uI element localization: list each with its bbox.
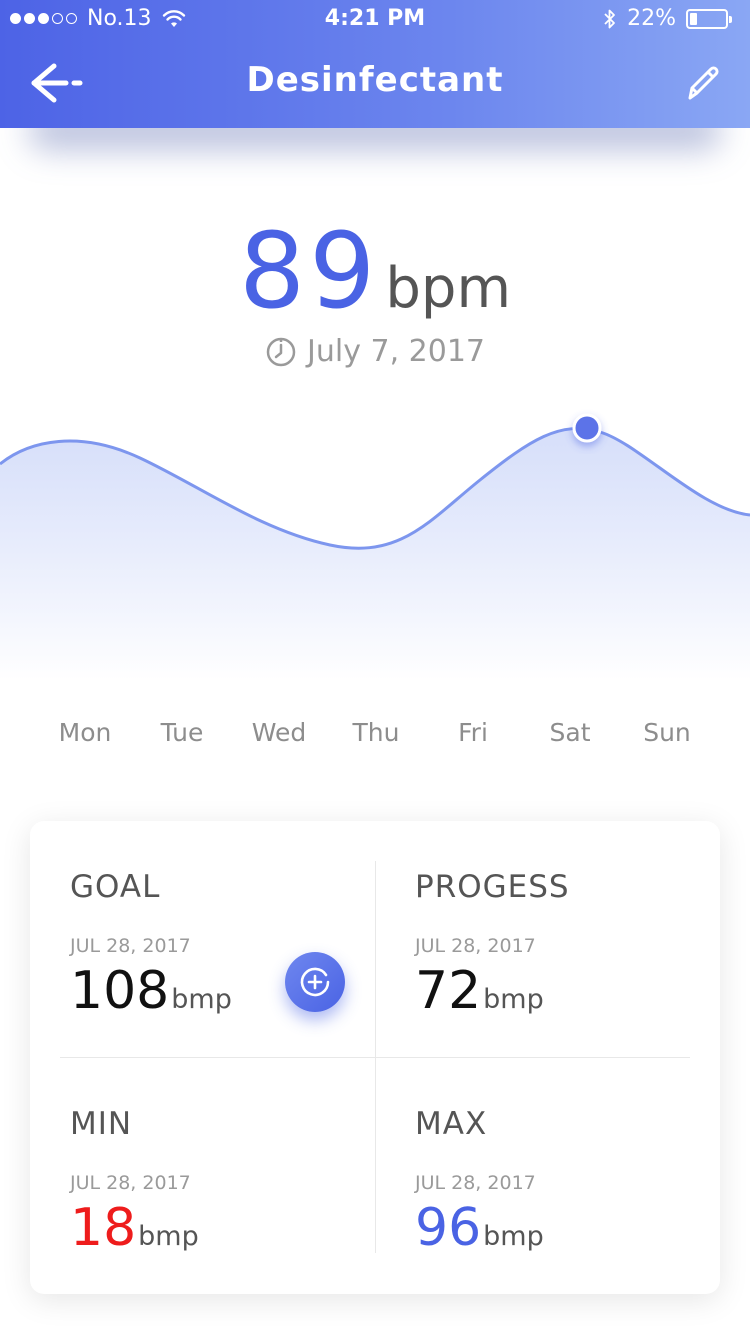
status-bar: No.13 4:21 PM 22%	[0, 0, 750, 40]
battery-level	[690, 12, 697, 25]
day-label-wed[interactable]: Wed	[252, 718, 307, 747]
stat-goal-value: 108	[70, 961, 170, 1021]
reading-unit: bpm	[385, 256, 511, 321]
stat-min-value: 18	[70, 1198, 137, 1258]
reading-date-row: July 7, 2017	[0, 334, 750, 369]
stat-min-title: MIN	[70, 1106, 133, 1142]
stat-max: MAX JUL 28, 2017 96 bmp	[415, 1106, 715, 1306]
stat-max-value: 96	[415, 1198, 482, 1258]
stat-max-unit: bmp	[483, 1221, 544, 1252]
stat-progress-value-row: 72 bmp	[415, 961, 715, 1021]
reading-value: 89	[239, 210, 380, 332]
weekly-chart	[0, 413, 750, 680]
day-label-tue[interactable]: Tue	[161, 718, 204, 747]
stat-max-title: MAX	[415, 1106, 488, 1142]
clock-icon	[266, 337, 296, 366]
stat-progress-value: 72	[415, 961, 482, 1021]
stat-min: MIN JUL 28, 2017 18 bmp	[70, 1106, 370, 1306]
stat-progress-date: JUL 28, 2017	[415, 935, 536, 957]
stat-max-value-row: 96 bmp	[415, 1198, 715, 1258]
add-circle-icon	[300, 967, 330, 997]
stat-max-date: JUL 28, 2017	[415, 1172, 536, 1194]
battery-icon	[686, 8, 732, 29]
day-label-sat[interactable]: Sat	[550, 718, 591, 747]
chart-area	[0, 428, 750, 680]
day-label-mon[interactable]: Mon	[59, 718, 112, 747]
stat-min-unit: bmp	[138, 1221, 199, 1252]
stat-min-value-row: 18 bmp	[70, 1198, 370, 1258]
app-header: No.13 4:21 PM 22% Desinfectant	[0, 0, 750, 128]
stat-goal-unit: bmp	[171, 984, 232, 1015]
stat-progress-unit: bmp	[483, 984, 544, 1015]
edit-button[interactable]	[682, 62, 722, 106]
reading-date: July 7, 2017	[307, 334, 485, 369]
stats-card: GOAL JUL 28, 2017 108 bmp PROGESS JUL 28,…	[30, 821, 720, 1294]
page-title: Desinfectant	[246, 60, 504, 100]
stat-progress-title: PROGESS	[415, 869, 570, 905]
battery-tip	[729, 15, 732, 23]
chart-highlight-point[interactable]	[572, 413, 602, 443]
add-goal-button[interactable]	[285, 952, 345, 1012]
status-right: 22%	[603, 6, 732, 31]
day-axis: Mon Tue Wed Thu Fri Sat Sun	[0, 718, 750, 758]
current-reading: 89 bpm	[0, 210, 750, 332]
stat-min-date: JUL 28, 2017	[70, 1172, 191, 1194]
stat-progress: PROGESS JUL 28, 2017 72 bmp	[415, 869, 715, 1069]
day-label-sun[interactable]: Sun	[643, 718, 691, 747]
pencil-icon	[688, 66, 719, 100]
day-label-thu[interactable]: Thu	[353, 718, 400, 747]
battery-percent: 22%	[627, 6, 676, 31]
bluetooth-icon	[604, 9, 615, 28]
day-label-fri[interactable]: Fri	[458, 718, 488, 747]
stat-goal-title: GOAL	[70, 869, 161, 905]
